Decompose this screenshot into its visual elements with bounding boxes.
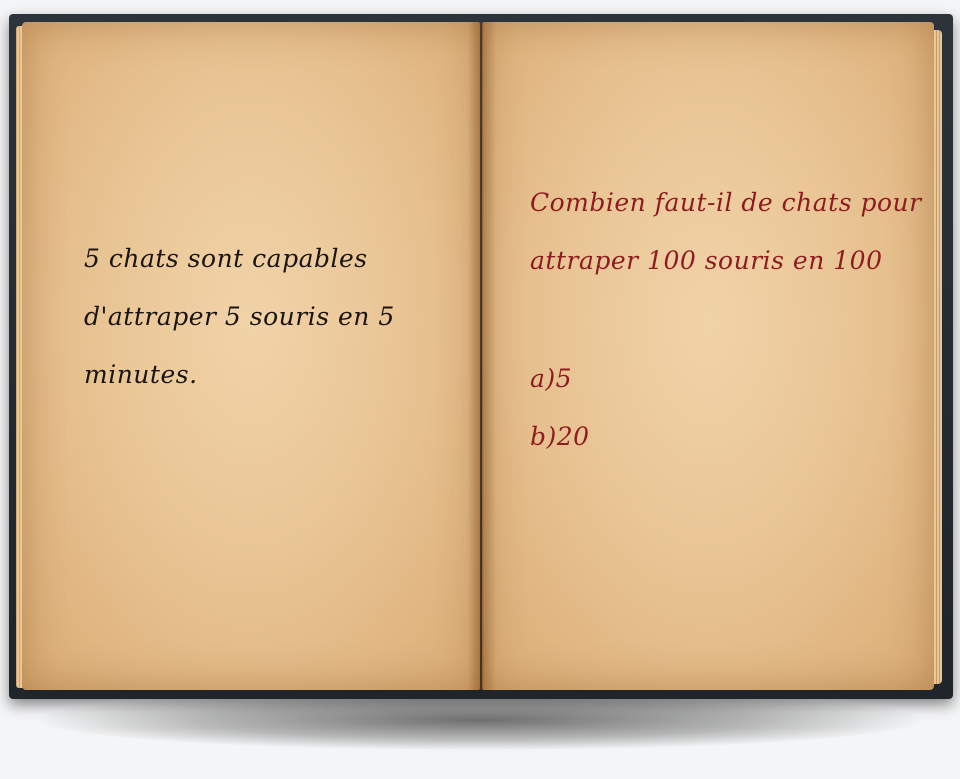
book-spine-gutter — [468, 22, 496, 690]
answer-option-a: a)5 — [530, 364, 573, 393]
answer-option-b: b)20 — [530, 422, 590, 451]
book-shadow — [40, 690, 920, 750]
question-line: Combien faut-il de chats pour — [530, 188, 922, 217]
question-line: attraper 100 souris en 100 — [530, 246, 883, 275]
left-text-line: minutes. — [84, 360, 198, 389]
question-text: Combien faut-il de chats pour attraper 1… — [530, 174, 922, 290]
answer-list: a)5 b)20 — [530, 350, 590, 466]
left-page-text: 5 chats sont capables d'attraper 5 souri… — [84, 230, 414, 404]
left-text-line: d'attraper 5 souris en 5 — [84, 302, 395, 331]
left-text-line: 5 chats sont capables — [84, 244, 368, 273]
